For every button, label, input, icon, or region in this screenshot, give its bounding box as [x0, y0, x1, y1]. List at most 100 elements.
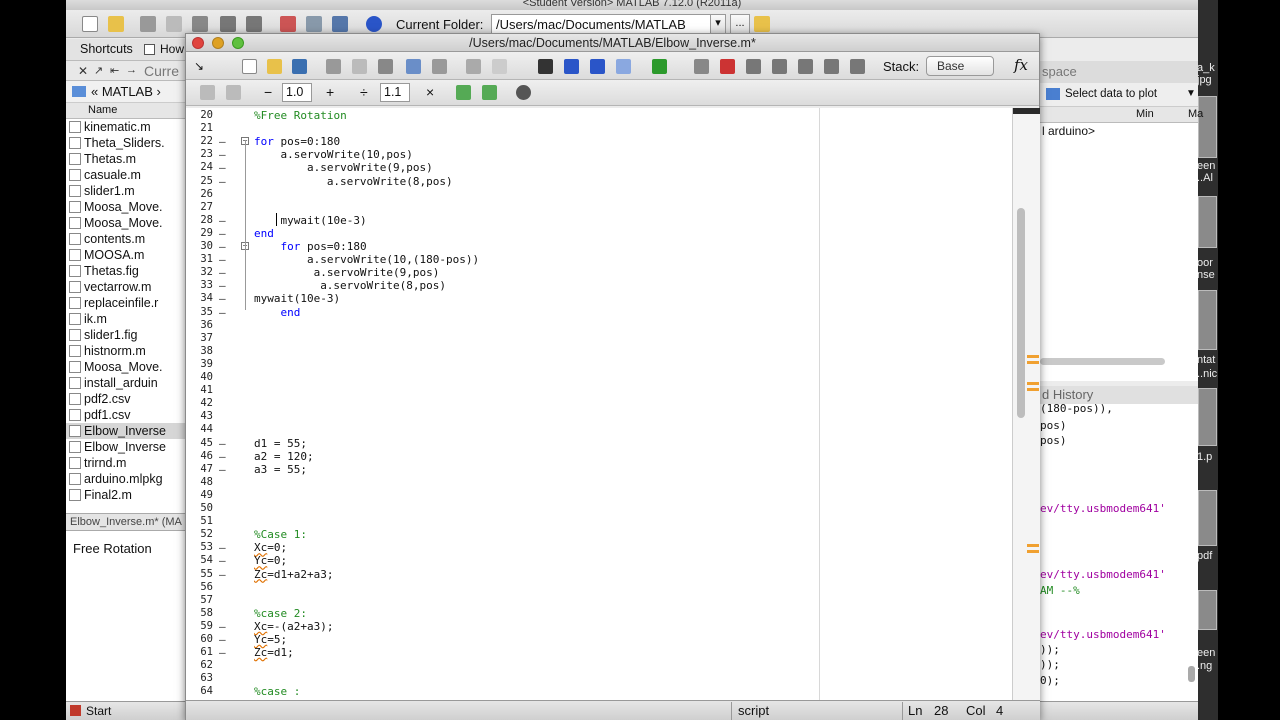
forward-icon[interactable]: → — [126, 64, 137, 76]
history-vscroll[interactable] — [1188, 666, 1195, 682]
line-number[interactable]: 63 — [186, 672, 213, 685]
line-number[interactable]: 20 — [186, 109, 213, 122]
file-list-item[interactable]: Theta_Sliders. — [66, 135, 186, 151]
exit-debug-icon[interactable] — [850, 59, 865, 74]
copy-icon[interactable] — [166, 16, 182, 32]
file-details-tab[interactable]: Elbow_Inverse.m* (MA — [66, 513, 186, 531]
warning-marker[interactable] — [1027, 382, 1039, 385]
new-script-icon[interactable] — [242, 59, 257, 74]
max-column-label[interactable]: Ma — [1188, 108, 1203, 120]
line-number[interactable]: 56 — [186, 581, 213, 594]
line-number[interactable]: 37 — [186, 332, 213, 345]
open-file-icon[interactable] — [267, 59, 282, 74]
history-entry[interactable]: )); — [1040, 643, 1060, 656]
line-number[interactable]: 26 — [186, 188, 213, 201]
file-list-item[interactable]: Elbow_Inverse — [66, 423, 186, 439]
zoom-window-icon[interactable] — [232, 37, 244, 49]
divide-button[interactable]: ÷ — [360, 84, 368, 100]
how-to-add-icon[interactable] — [144, 44, 155, 55]
line-number[interactable]: 57 — [186, 594, 213, 607]
breakpoint-marker[interactable]: – — [219, 227, 226, 240]
history-entry[interactable]: AM --% — [1040, 584, 1080, 597]
current-folder-input[interactable]: /Users/mac/Documents/MATLAB — [491, 14, 726, 34]
undo-icon[interactable] — [406, 59, 421, 74]
forward-arrow-icon[interactable] — [590, 59, 605, 74]
line-number[interactable]: 59 — [186, 620, 213, 633]
file-list-item[interactable]: vectarrow.m — [66, 279, 186, 295]
undo-icon[interactable] — [220, 16, 236, 32]
breakpoint-marker[interactable]: – — [219, 161, 226, 174]
line-number[interactable]: 28 — [186, 214, 213, 227]
file-list-item[interactable]: slider1.m — [66, 183, 186, 199]
clear-breakpoints-icon[interactable] — [720, 59, 735, 74]
file-list-item[interactable]: arduino.mlpkg — [66, 471, 186, 487]
cut-icon[interactable] — [140, 16, 156, 32]
line-number[interactable]: 60 — [186, 633, 213, 646]
line-number[interactable]: 52 — [186, 528, 213, 541]
close-window-icon[interactable] — [192, 37, 204, 49]
file-list-item[interactable]: Thetas.m — [66, 151, 186, 167]
file-list-item[interactable]: Thetas.fig — [66, 263, 186, 279]
function-icon[interactable] — [616, 59, 631, 74]
plot-icon[interactable] — [1046, 88, 1060, 100]
line-number[interactable]: 51 — [186, 515, 213, 528]
breakpoint-marker[interactable]: – — [219, 148, 226, 161]
print-icon[interactable] — [466, 59, 481, 74]
start-button[interactable]: Start — [70, 704, 111, 718]
breakpoint-marker[interactable]: – — [219, 463, 226, 476]
line-number[interactable]: 42 — [186, 397, 213, 410]
editor-vertical-scrollbar[interactable] — [1012, 108, 1040, 700]
line-number[interactable]: 35 — [186, 306, 213, 319]
back-icon[interactable]: ⇤ — [110, 64, 119, 77]
help-icon[interactable] — [366, 16, 382, 32]
file-list-item[interactable]: Moosa_Move. — [66, 199, 186, 215]
line-number[interactable]: 40 — [186, 371, 213, 384]
simulink-icon[interactable] — [280, 16, 296, 32]
warning-marker[interactable] — [1027, 361, 1039, 364]
line-number[interactable]: 47 — [186, 463, 213, 476]
history-entry[interactable]: (180-pos)), — [1040, 402, 1113, 415]
warning-marker[interactable] — [1027, 550, 1039, 553]
file-list-item[interactable]: histnorm.m — [66, 343, 186, 359]
line-number[interactable]: 36 — [186, 319, 213, 332]
line-number[interactable]: 23 — [186, 148, 213, 161]
breakpoint-marker[interactable]: – — [219, 279, 226, 292]
warning-marker[interactable] — [1027, 355, 1039, 358]
continue-icon[interactable] — [824, 59, 839, 74]
paste-icon[interactable] — [192, 16, 208, 32]
breakpoint-marker[interactable]: – — [219, 568, 226, 581]
cell-value-input-1[interactable]: 1.0 — [282, 83, 312, 102]
breakpoint-marker[interactable]: – — [219, 214, 226, 227]
browse-folder-button[interactable]: ... — [730, 14, 750, 34]
line-number[interactable]: 29 — [186, 227, 213, 240]
breakpoint-marker[interactable]: – — [219, 135, 226, 148]
undock-icon[interactable]: ↗ — [94, 64, 103, 77]
line-number[interactable]: 30 — [186, 240, 213, 253]
cell-value-input-2[interactable]: 1.1 — [380, 83, 410, 102]
history-entry[interactable]: pos) — [1040, 419, 1067, 432]
history-entry[interactable]: ev/tty.usbmodem641' — [1040, 568, 1166, 581]
paste-icon[interactable] — [378, 59, 393, 74]
comment-icon[interactable] — [492, 59, 507, 74]
file-list-item[interactable]: ik.m — [66, 311, 186, 327]
vscroll-thumb[interactable] — [1017, 208, 1025, 418]
shortcuts-label[interactable]: Shortcuts — [80, 42, 133, 56]
line-number[interactable]: 21 — [186, 122, 213, 135]
evaluate-cell-icon[interactable] — [226, 85, 241, 100]
line-number[interactable]: 53 — [186, 541, 213, 554]
line-number[interactable]: 32 — [186, 266, 213, 279]
breakpoint-marker[interactable]: – — [219, 175, 226, 188]
file-list-item[interactable]: Final2.m — [66, 487, 186, 503]
breakpoint-marker[interactable]: – — [219, 292, 226, 305]
function-browser-button[interactable]: fx — [1014, 56, 1028, 74]
warning-marker[interactable] — [1027, 544, 1039, 547]
line-number[interactable]: 54 — [186, 554, 213, 567]
breakpoint-marker[interactable]: – — [219, 620, 226, 633]
file-list-item[interactable]: replaceinfile.r — [66, 295, 186, 311]
insert-cell-icon[interactable] — [200, 85, 215, 100]
breakpoint-marker[interactable]: – — [219, 253, 226, 266]
breakpoint-marker[interactable]: – — [219, 306, 226, 319]
line-number[interactable]: 61 — [186, 646, 213, 659]
line-number[interactable]: 22 — [186, 135, 213, 148]
file-list-item[interactable]: Moosa_Move. — [66, 359, 186, 375]
